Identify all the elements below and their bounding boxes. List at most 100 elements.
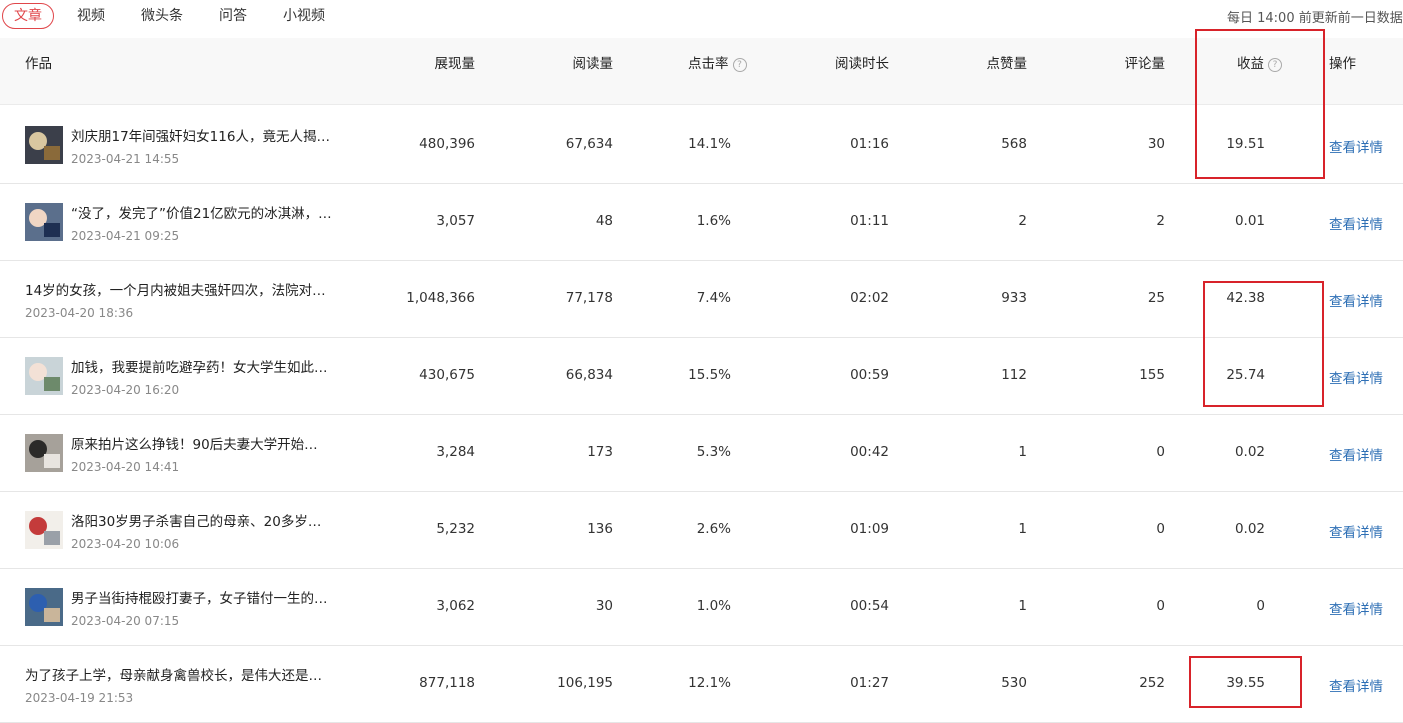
cell-impressions: 430,675 — [419, 367, 475, 383]
cell-comments: 0 — [1156, 521, 1165, 537]
article-thumbnail[interactable] — [25, 434, 63, 472]
cell-reads: 173 — [587, 444, 613, 460]
cell-income: 0.01 — [1234, 213, 1265, 229]
tab-micro-posts[interactable]: 微头条 — [141, 3, 183, 29]
article-thumbnail[interactable] — [25, 203, 63, 241]
cell-ctr: 1.0% — [696, 598, 731, 614]
header-work: 作品 — [25, 56, 52, 72]
publish-date: 2023-04-20 07:15 — [71, 614, 180, 628]
view-details-link[interactable]: 查看详情 — [1329, 290, 1383, 310]
tab-short-videos[interactable]: 小视频 — [283, 3, 325, 29]
publish-date: 2023-04-20 14:41 — [71, 460, 180, 474]
view-details-link[interactable]: 查看详情 — [1329, 675, 1383, 695]
tab-articles[interactable]: 文章 — [2, 3, 54, 29]
view-details-link[interactable]: 查看详情 — [1329, 598, 1383, 618]
article-thumbnail[interactable] — [25, 126, 63, 164]
cell-comments: 0 — [1156, 444, 1165, 460]
view-details-link[interactable]: 查看详情 — [1329, 367, 1383, 387]
content-type-tabs: 文章 视频 微头条 问答 小视频 每日 14:00 前更新前一日数据 — [0, 0, 1403, 34]
table-row: 14岁的女孩，一个月内被姐夫强奸四次，法院对… 2023-04-20 18:36 1… — [0, 260, 1403, 338]
cell-reads: 136 — [587, 521, 613, 537]
cell-likes: 1 — [1018, 521, 1027, 537]
cell-reads: 77,178 — [565, 290, 613, 306]
cell-comments: 155 — [1139, 367, 1165, 383]
cell-duration: 02:02 — [850, 290, 889, 306]
cell-likes: 530 — [1001, 675, 1027, 691]
article-title[interactable]: 原来拍片这么挣钱！90后夫妻大学开始… — [71, 433, 337, 453]
header-ctr: 点击率? — [688, 38, 747, 90]
publish-date: 2023-04-20 18:36 — [25, 306, 134, 320]
view-details-link[interactable]: 查看详情 — [1329, 444, 1383, 464]
cell-ctr: 14.1% — [688, 136, 731, 152]
cell-ctr: 1.6% — [696, 213, 731, 229]
header-reads: 阅读量 — [572, 56, 614, 72]
highlight-box — [1203, 281, 1324, 407]
table-header: 作品 展现量 阅读量 点击率? 阅读时长 点赞量 评论量 收益? 操作 — [0, 38, 1403, 105]
cell-likes: 568 — [1001, 136, 1027, 152]
highlight-box — [1189, 656, 1302, 708]
view-details-link[interactable]: 查看详情 — [1329, 213, 1383, 233]
cell-duration: 01:11 — [850, 213, 889, 229]
table-row: 刘庆朋17年间强奸妇女116人，竟无人揭… 2023-04-21 14:55 480… — [0, 106, 1403, 184]
cell-duration: 00:54 — [850, 598, 889, 614]
cell-ctr: 15.5% — [688, 367, 731, 383]
cell-impressions: 480,396 — [419, 136, 475, 152]
cell-likes: 2 — [1018, 213, 1027, 229]
table-row: 洛阳30岁男子杀害自己的母亲、20多岁… 2023-04-20 10:06 5,23… — [0, 491, 1403, 569]
cell-duration: 01:27 — [850, 675, 889, 691]
article-title[interactable]: “没了，发完了”价值21亿欧元的冰淇淋，… — [71, 202, 337, 222]
cell-ctr: 12.1% — [688, 675, 731, 691]
cell-reads: 30 — [595, 598, 613, 614]
article-title[interactable]: 为了孩子上学，母亲献身禽兽校长，是伟大还是… — [25, 664, 337, 684]
cell-income: 0.02 — [1234, 444, 1265, 460]
cell-reads: 106,195 — [557, 675, 613, 691]
cell-duration: 01:16 — [850, 136, 889, 152]
table-row: “没了，发完了”价值21亿欧元的冰淇淋，… 2023-04-21 09:25 3,0… — [0, 183, 1403, 261]
view-details-link[interactable]: 查看详情 — [1329, 136, 1383, 156]
header-impressions: 展现量 — [434, 56, 476, 72]
cell-likes: 1 — [1018, 444, 1027, 460]
publish-date: 2023-04-21 09:25 — [71, 229, 180, 243]
table-row: 男子当街持棍殴打妻子，女子错付一生的… 2023-04-20 07:15 3,062… — [0, 568, 1403, 646]
publish-date: 2023-04-19 21:53 — [25, 691, 134, 705]
view-details-link[interactable]: 查看详情 — [1329, 521, 1383, 541]
question-circle-icon[interactable]: ? — [732, 58, 747, 72]
cell-ctr: 2.6% — [696, 521, 731, 537]
cell-duration: 00:42 — [850, 444, 889, 460]
header-ctr-label: 点击率 — [688, 56, 729, 72]
cell-impressions: 3,057 — [436, 213, 475, 229]
publish-date: 2023-04-20 16:20 — [71, 383, 180, 397]
cell-reads: 48 — [595, 213, 613, 229]
cell-comments: 2 — [1156, 213, 1165, 229]
publish-date: 2023-04-21 14:55 — [71, 152, 180, 166]
cell-likes: 112 — [1001, 367, 1027, 383]
cell-comments: 25 — [1147, 290, 1165, 306]
cell-income: 0.02 — [1234, 521, 1265, 537]
header-duration: 阅读时长 — [835, 56, 889, 72]
article-title[interactable]: 男子当街持棍殴打妻子，女子错付一生的… — [71, 587, 337, 607]
article-title[interactable]: 洛阳30岁男子杀害自己的母亲、20多岁… — [71, 510, 337, 530]
cell-likes: 1 — [1018, 598, 1027, 614]
article-thumbnail[interactable] — [25, 511, 63, 549]
article-thumbnail[interactable] — [25, 357, 63, 395]
cell-reads: 66,834 — [565, 367, 613, 383]
cell-comments: 30 — [1147, 136, 1165, 152]
data-update-notice: 每日 14:00 前更新前一日数据 — [1227, 11, 1403, 26]
publish-date: 2023-04-20 10:06 — [71, 537, 180, 551]
cell-comments: 0 — [1156, 598, 1165, 614]
cell-duration: 01:09 — [850, 521, 889, 537]
cell-likes: 933 — [1001, 290, 1027, 306]
tab-qa[interactable]: 问答 — [219, 3, 247, 29]
article-title[interactable]: 刘庆朋17年间强奸妇女116人，竟无人揭… — [71, 125, 337, 145]
tab-videos[interactable]: 视频 — [77, 3, 105, 29]
article-title[interactable]: 14岁的女孩，一个月内被姐夫强奸四次，法院对… — [25, 279, 337, 299]
cell-duration: 00:59 — [850, 367, 889, 383]
article-thumbnail[interactable] — [25, 588, 63, 626]
cell-ctr: 7.4% — [696, 290, 731, 306]
header-comments: 评论量 — [1124, 56, 1166, 72]
cell-impressions: 1,048,366 — [406, 290, 475, 306]
cell-ctr: 5.3% — [696, 444, 731, 460]
article-title[interactable]: 加钱，我要提前吃避孕药！女大学生如此… — [71, 356, 337, 376]
highlight-box — [1195, 29, 1325, 179]
header-likes: 点赞量 — [986, 56, 1028, 72]
